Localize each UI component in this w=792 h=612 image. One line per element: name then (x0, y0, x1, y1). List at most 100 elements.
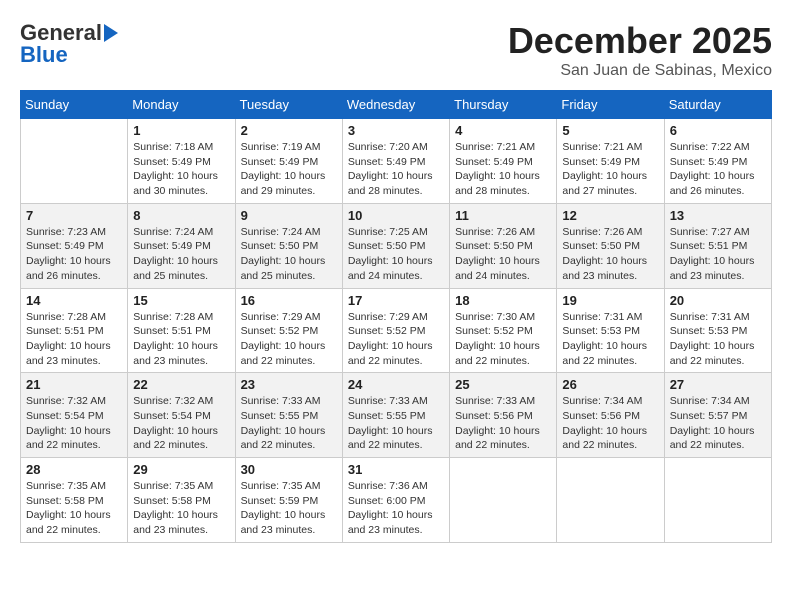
day-info: Sunrise: 7:32 AMSunset: 5:54 PMDaylight:… (26, 394, 122, 453)
calendar-cell: 29 Sunrise: 7:35 AMSunset: 5:58 PMDayligh… (128, 458, 235, 543)
day-info: Sunrise: 7:21 AMSunset: 5:49 PMDaylight:… (562, 140, 658, 199)
calendar-cell: 30 Sunrise: 7:35 AMSunset: 5:59 PMDayligh… (235, 458, 342, 543)
day-number: 27 (670, 377, 766, 392)
calendar-cell: 19Sunrise: 7:31 AMSunset: 5:53 PMDayligh… (557, 288, 664, 373)
calendar-cell: 9 Sunrise: 7:24 AMSunset: 5:50 PMDaylight… (235, 203, 342, 288)
day-number: 26 (562, 377, 658, 392)
calendar-cell: 20 Sunrise: 7:31 AMSunset: 5:53 PMDayligh… (664, 288, 771, 373)
day-number: 31 (348, 462, 444, 477)
day-number: 3 (348, 123, 444, 138)
calendar-cell: 15Sunrise: 7:28 AMSunset: 5:51 PMDayligh… (128, 288, 235, 373)
day-number: 16 (241, 293, 337, 308)
day-info: Sunrise: 7:21 AMSunset: 5:49 PMDaylight:… (455, 140, 551, 199)
day-info: Sunrise: 7:33 AMSunset: 5:56 PMDaylight:… (455, 394, 551, 453)
day-info: Sunrise: 7:34 AMSunset: 5:57 PMDaylight:… (670, 394, 766, 453)
day-info: Sunrise: 7:18 AMSunset: 5:49 PMDaylight:… (133, 140, 229, 199)
calendar-week-row: 1Sunrise: 7:18 AMSunset: 5:49 PMDaylight… (21, 119, 772, 204)
day-number: 22 (133, 377, 229, 392)
day-number: 30 (241, 462, 337, 477)
calendar-cell: 23 Sunrise: 7:33 AMSunset: 5:55 PMDayligh… (235, 373, 342, 458)
calendar-cell: 22 Sunrise: 7:32 AMSunset: 5:54 PMDayligh… (128, 373, 235, 458)
day-info: Sunrise: 7:35 AMSunset: 5:58 PMDaylight:… (133, 479, 229, 538)
day-info: Sunrise: 7:25 AMSunset: 5:50 PMDaylight:… (348, 225, 444, 284)
day-number: 29 (133, 462, 229, 477)
calendar-week-row: 14 Sunrise: 7:28 AMSunset: 5:51 PMDayligh… (21, 288, 772, 373)
calendar-cell: 13Sunrise: 7:27 AMSunset: 5:51 PMDayligh… (664, 203, 771, 288)
day-number: 11 (455, 208, 551, 223)
calendar-cell: 6 Sunrise: 7:22 AMSunset: 5:49 PMDaylight… (664, 119, 771, 204)
day-number: 5 (562, 123, 658, 138)
day-info: Sunrise: 7:30 AMSunset: 5:52 PMDaylight:… (455, 310, 551, 369)
calendar-cell: 16 Sunrise: 7:29 AMSunset: 5:52 PMDayligh… (235, 288, 342, 373)
calendar-cell (557, 458, 664, 543)
day-info: Sunrise: 7:19 AMSunset: 5:49 PMDaylight:… (241, 140, 337, 199)
calendar-header-thursday: Thursday (450, 91, 557, 119)
calendar-header-monday: Monday (128, 91, 235, 119)
day-info: Sunrise: 7:33 AMSunset: 5:55 PMDaylight:… (348, 394, 444, 453)
calendar-cell: 24 Sunrise: 7:33 AMSunset: 5:55 PMDayligh… (342, 373, 449, 458)
calendar-header-sunday: Sunday (21, 91, 128, 119)
day-number: 23 (241, 377, 337, 392)
logo-text-blue: Blue (20, 42, 68, 68)
calendar-week-row: 7 Sunrise: 7:23 AMSunset: 5:49 PMDaylight… (21, 203, 772, 288)
day-info: Sunrise: 7:35 AMSunset: 5:59 PMDaylight:… (241, 479, 337, 538)
calendar-week-row: 21 Sunrise: 7:32 AMSunset: 5:54 PMDayligh… (21, 373, 772, 458)
calendar-cell: 11 Sunrise: 7:26 AMSunset: 5:50 PMDayligh… (450, 203, 557, 288)
day-info: Sunrise: 7:22 AMSunset: 5:49 PMDaylight:… (670, 140, 766, 199)
day-info: Sunrise: 7:24 AMSunset: 5:49 PMDaylight:… (133, 225, 229, 284)
calendar-cell: 27 Sunrise: 7:34 AMSunset: 5:57 PMDayligh… (664, 373, 771, 458)
day-info: Sunrise: 7:29 AMSunset: 5:52 PMDaylight:… (348, 310, 444, 369)
calendar-cell: 25 Sunrise: 7:33 AMSunset: 5:56 PMDayligh… (450, 373, 557, 458)
calendar-cell (664, 458, 771, 543)
calendar-header-tuesday: Tuesday (235, 91, 342, 119)
calendar-cell: 2 Sunrise: 7:19 AMSunset: 5:49 PMDaylight… (235, 119, 342, 204)
calendar-cell: 31 Sunrise: 7:36 AMSunset: 6:00 PMDayligh… (342, 458, 449, 543)
day-info: Sunrise: 7:33 AMSunset: 5:55 PMDaylight:… (241, 394, 337, 453)
day-number: 25 (455, 377, 551, 392)
calendar-cell: 14 Sunrise: 7:28 AMSunset: 5:51 PMDayligh… (21, 288, 128, 373)
day-info: Sunrise: 7:29 AMSunset: 5:52 PMDaylight:… (241, 310, 337, 369)
calendar-cell: 1Sunrise: 7:18 AMSunset: 5:49 PMDaylight… (128, 119, 235, 204)
day-number: 13 (670, 208, 766, 223)
calendar-cell: 21 Sunrise: 7:32 AMSunset: 5:54 PMDayligh… (21, 373, 128, 458)
month-title: December 2025 (508, 20, 772, 62)
calendar-header-wednesday: Wednesday (342, 91, 449, 119)
day-number: 9 (241, 208, 337, 223)
day-info: Sunrise: 7:31 AMSunset: 5:53 PMDaylight:… (670, 310, 766, 369)
calendar-cell: 26 Sunrise: 7:34 AMSunset: 5:56 PMDayligh… (557, 373, 664, 458)
logo-arrow-icon (104, 24, 118, 42)
calendar-cell: 10Sunrise: 7:25 AMSunset: 5:50 PMDayligh… (342, 203, 449, 288)
day-number: 2 (241, 123, 337, 138)
day-number: 12 (562, 208, 658, 223)
calendar-cell: 12Sunrise: 7:26 AMSunset: 5:50 PMDayligh… (557, 203, 664, 288)
day-info: Sunrise: 7:35 AMSunset: 5:58 PMDaylight:… (26, 479, 122, 538)
calendar-cell: 18 Sunrise: 7:30 AMSunset: 5:52 PMDayligh… (450, 288, 557, 373)
calendar-header-row: SundayMondayTuesdayWednesdayThursdayFrid… (21, 91, 772, 119)
logo: General Blue (20, 20, 118, 68)
day-info: Sunrise: 7:20 AMSunset: 5:49 PMDaylight:… (348, 140, 444, 199)
day-info: Sunrise: 7:24 AMSunset: 5:50 PMDaylight:… (241, 225, 337, 284)
day-info: Sunrise: 7:28 AMSunset: 5:51 PMDaylight:… (26, 310, 122, 369)
day-info: Sunrise: 7:34 AMSunset: 5:56 PMDaylight:… (562, 394, 658, 453)
day-number: 24 (348, 377, 444, 392)
day-info: Sunrise: 7:31 AMSunset: 5:53 PMDaylight:… (562, 310, 658, 369)
calendar-week-row: 28Sunrise: 7:35 AMSunset: 5:58 PMDayligh… (21, 458, 772, 543)
day-number: 18 (455, 293, 551, 308)
day-number: 6 (670, 123, 766, 138)
day-number: 14 (26, 293, 122, 308)
day-number: 17 (348, 293, 444, 308)
calendar-cell: 28Sunrise: 7:35 AMSunset: 5:58 PMDayligh… (21, 458, 128, 543)
day-number: 20 (670, 293, 766, 308)
calendar-cell: 7 Sunrise: 7:23 AMSunset: 5:49 PMDaylight… (21, 203, 128, 288)
day-info: Sunrise: 7:32 AMSunset: 5:54 PMDaylight:… (133, 394, 229, 453)
page-header: General Blue December 2025 San Juan de S… (20, 20, 772, 80)
calendar-cell: 17 Sunrise: 7:29 AMSunset: 5:52 PMDayligh… (342, 288, 449, 373)
day-number: 4 (455, 123, 551, 138)
day-info: Sunrise: 7:23 AMSunset: 5:49 PMDaylight:… (26, 225, 122, 284)
day-number: 7 (26, 208, 122, 223)
calendar-cell: 8Sunrise: 7:24 AMSunset: 5:49 PMDaylight… (128, 203, 235, 288)
day-number: 21 (26, 377, 122, 392)
title-area: December 2025 San Juan de Sabinas, Mexic… (508, 20, 772, 80)
day-info: Sunrise: 7:36 AMSunset: 6:00 PMDaylight:… (348, 479, 444, 538)
day-info: Sunrise: 7:26 AMSunset: 5:50 PMDaylight:… (455, 225, 551, 284)
